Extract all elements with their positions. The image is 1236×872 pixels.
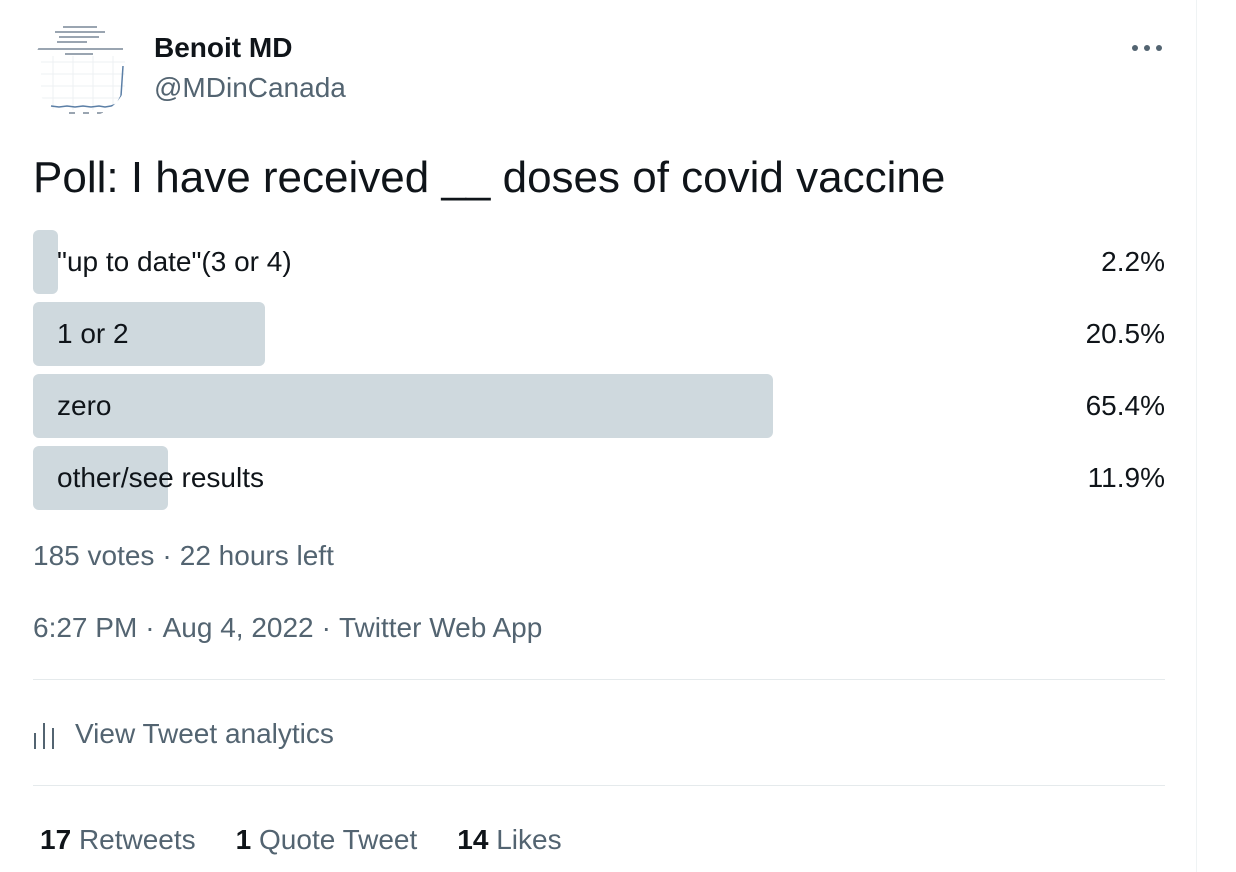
- poll: "up to date"(3 or 4) 2.2% 1 or 2 20.5% zero 6…: [33, 230, 1165, 518]
- retweets-count: 17: [40, 824, 72, 855]
- more-dots-icon: [1132, 45, 1162, 51]
- quote-tweets-count: 1: [235, 824, 252, 855]
- poll-option-label: "up to date"(3 or 4): [57, 246, 292, 277]
- poll-option-percent: 2.2%: [1101, 246, 1165, 277]
- divider: [33, 679, 1165, 680]
- poll-option-percent: 65.4%: [1085, 390, 1165, 421]
- poll-meta: 185 votes · 22 hours left: [33, 536, 334, 576]
- author-display-name[interactable]: Benoit MD: [154, 30, 346, 66]
- poll-option-label: 1 or 2: [57, 318, 129, 349]
- quote-tweets-stat[interactable]: 1 Quote Tweet: [236, 818, 418, 862]
- poll-vote-count: 185 votes: [33, 540, 155, 571]
- poll-option: "up to date"(3 or 4) 2.2%: [33, 230, 1165, 294]
- column-border: [1196, 0, 1197, 872]
- author-handle[interactable]: @MDinCanada: [154, 70, 346, 106]
- tweet-time[interactable]: 6:27 PM: [33, 612, 137, 643]
- likes-label: Likes: [496, 824, 562, 855]
- poll-time-left: 22 hours left: [179, 540, 334, 571]
- retweets-stat[interactable]: 17 Retweets: [40, 818, 196, 862]
- poll-option: zero 65.4%: [33, 374, 1165, 438]
- timestamp-separator: ·: [145, 612, 155, 643]
- tweet-text: Poll: I have received __ doses of covid …: [33, 153, 946, 202]
- poll-option-label: zero: [57, 390, 112, 421]
- avatar[interactable]: [33, 22, 129, 118]
- poll-option-bar: [33, 230, 58, 294]
- poll-option-label: other/see results: [57, 462, 264, 493]
- likes-stat[interactable]: 14 Likes: [457, 818, 561, 862]
- view-analytics-link[interactable]: View Tweet analytics: [33, 712, 334, 756]
- quote-tweets-label: Quote Tweet: [259, 824, 418, 855]
- author-names: Benoit MD @MDinCanada: [154, 30, 346, 106]
- likes-count: 14: [457, 824, 489, 855]
- poll-meta-separator: ·: [162, 540, 172, 571]
- poll-option: 1 or 2 20.5%: [33, 302, 1165, 366]
- poll-option-percent: 20.5%: [1085, 318, 1165, 349]
- tweet-stats: 17 Retweets 1 Quote Tweet 14 Likes: [40, 818, 602, 862]
- more-options-button[interactable]: [1129, 30, 1165, 66]
- tweet-source[interactable]: Twitter Web App: [339, 612, 542, 643]
- tweet-header: Benoit MD @MDinCanada: [33, 22, 1165, 118]
- timestamp-separator: ·: [321, 612, 331, 643]
- poll-option: other/see results 11.9%: [33, 446, 1165, 510]
- view-analytics-label: View Tweet analytics: [75, 718, 334, 749]
- analytics-bars-icon: [34, 723, 54, 749]
- poll-option-percent: 11.9%: [1087, 462, 1165, 493]
- tweet-timestamp: 6:27 PM · Aug 4, 2022 · Twitter Web App: [33, 608, 542, 648]
- poll-option-bar: [33, 374, 774, 438]
- tweet-date[interactable]: Aug 4, 2022: [163, 612, 314, 643]
- divider: [33, 785, 1165, 786]
- retweets-label: Retweets: [78, 824, 196, 855]
- avatar-chart-thumbnail: [33, 22, 129, 118]
